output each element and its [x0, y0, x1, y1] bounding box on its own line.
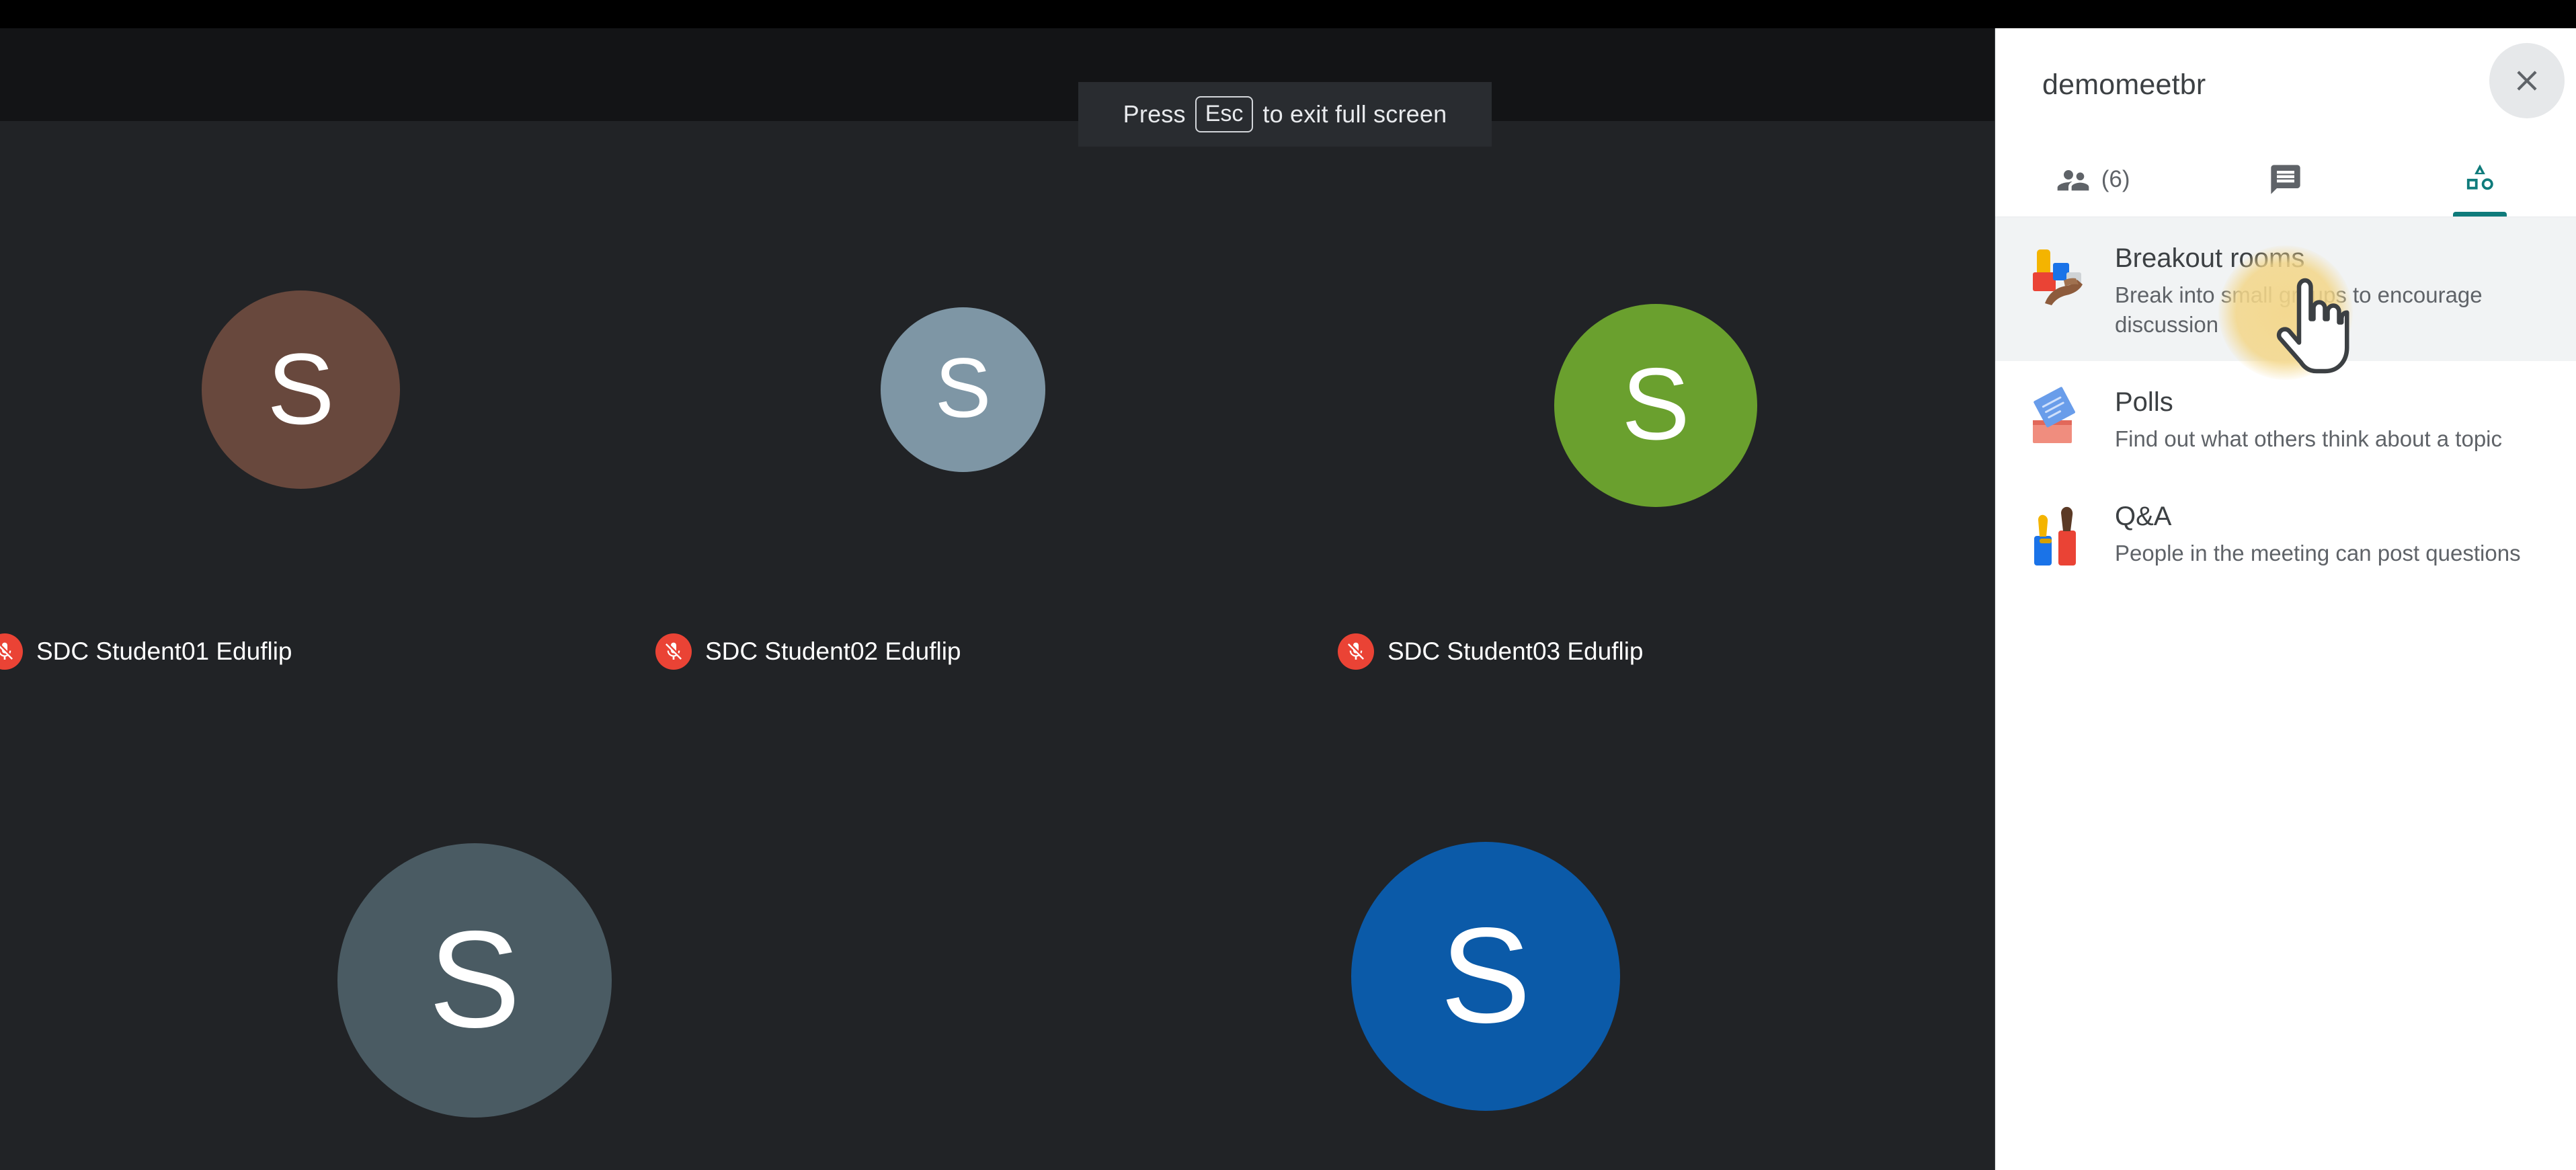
panel-tabs: (6)	[1995, 143, 2576, 217]
mic-off-icon	[1338, 633, 1374, 670]
avatar-initial: S	[267, 338, 334, 439]
avatar-initial: S	[1621, 353, 1689, 455]
activity-subtitle: Find out what others think about a topic	[2115, 424, 2502, 454]
activity-item-qa[interactable]: Q&A People in the meeting can post quest…	[1995, 475, 2576, 590]
qa-icon	[2025, 497, 2095, 567]
activities-list: Breakout rooms Break into small groups t…	[1995, 217, 2576, 590]
activity-title: Breakout rooms	[2115, 243, 2532, 274]
top-black-bar	[0, 0, 2576, 28]
avatar: S	[1351, 842, 1620, 1111]
avatar-initial: S	[1441, 907, 1531, 1043]
avatar: S	[337, 843, 612, 1118]
participant-name: SDC Student03 Eduflip	[1387, 637, 1644, 666]
activity-subtitle: People in the meeting can post questions	[2115, 539, 2521, 568]
tab-chat[interactable]	[2189, 143, 2382, 217]
activity-text: Q&A People in the meeting can post quest…	[2115, 497, 2521, 568]
avatar: S	[1554, 304, 1757, 507]
activity-title: Polls	[2115, 387, 2502, 418]
chat-icon	[2268, 162, 2303, 197]
avatar-initial: S	[935, 346, 991, 430]
activity-subtitle: Break into small groups to encourage dis…	[2115, 280, 2532, 340]
participant-tile[interactable]: S	[202, 290, 400, 489]
activities-icon	[2462, 161, 2498, 198]
stage-upper-band	[0, 28, 1995, 121]
esc-key: Esc	[1195, 96, 1254, 132]
exit-fullscreen-toast: Press Esc to exit full screen	[1078, 82, 1492, 147]
polls-icon	[2025, 383, 2095, 453]
activity-text: Breakout rooms Break into small groups t…	[2115, 239, 2532, 340]
tab-people[interactable]: (6)	[1995, 143, 2189, 217]
participant-name-row: SDC Student01 Eduflip	[0, 633, 292, 670]
participant-name-row: SDC Student03 Eduflip	[1338, 633, 1644, 670]
stage-lower-band	[0, 121, 1995, 1170]
participant-name: SDC Student01 Eduflip	[36, 637, 292, 666]
breakout-rooms-icon	[2025, 239, 2095, 309]
people-count: (6)	[2101, 166, 2130, 193]
mic-off-icon	[0, 633, 23, 670]
close-icon	[2510, 64, 2544, 98]
avatar: S	[881, 307, 1045, 472]
activity-item-breakout-rooms[interactable]: Breakout rooms Break into small groups t…	[1995, 217, 2576, 361]
active-tab-indicator	[2453, 212, 2507, 217]
activity-title: Q&A	[2115, 501, 2521, 532]
avatar-initial: S	[429, 910, 521, 1048]
toast-suffix: to exit full screen	[1262, 100, 1447, 128]
participant-name: SDC Student02 Eduflip	[705, 637, 961, 666]
participant-tile[interactable]: S	[881, 307, 1045, 472]
mic-off-icon	[655, 633, 692, 670]
panel-title: demomeetbr	[2042, 69, 2206, 102]
tab-activities[interactable]	[2383, 143, 2576, 217]
participant-tile[interactable]: S	[1351, 842, 1620, 1111]
activity-text: Polls Find out what others think about a…	[2115, 383, 2502, 454]
people-icon	[2054, 161, 2092, 198]
avatar: S	[202, 290, 400, 489]
toast-prefix: Press	[1123, 100, 1186, 128]
participant-tile[interactable]: S	[1554, 304, 1757, 507]
activity-item-polls[interactable]: Polls Find out what others think about a…	[1995, 361, 2576, 475]
app-root: S SDC Student01 Eduflip S SDC Student02 …	[0, 0, 2576, 1170]
close-panel-button[interactable]	[2489, 43, 2565, 118]
participant-name-row: SDC Student02 Eduflip	[655, 633, 961, 670]
participant-tile[interactable]: S	[337, 843, 612, 1118]
meeting-stage: S SDC Student01 Eduflip S SDC Student02 …	[0, 28, 1995, 1170]
activities-side-panel: demomeetbr (6)	[1995, 28, 2576, 1170]
